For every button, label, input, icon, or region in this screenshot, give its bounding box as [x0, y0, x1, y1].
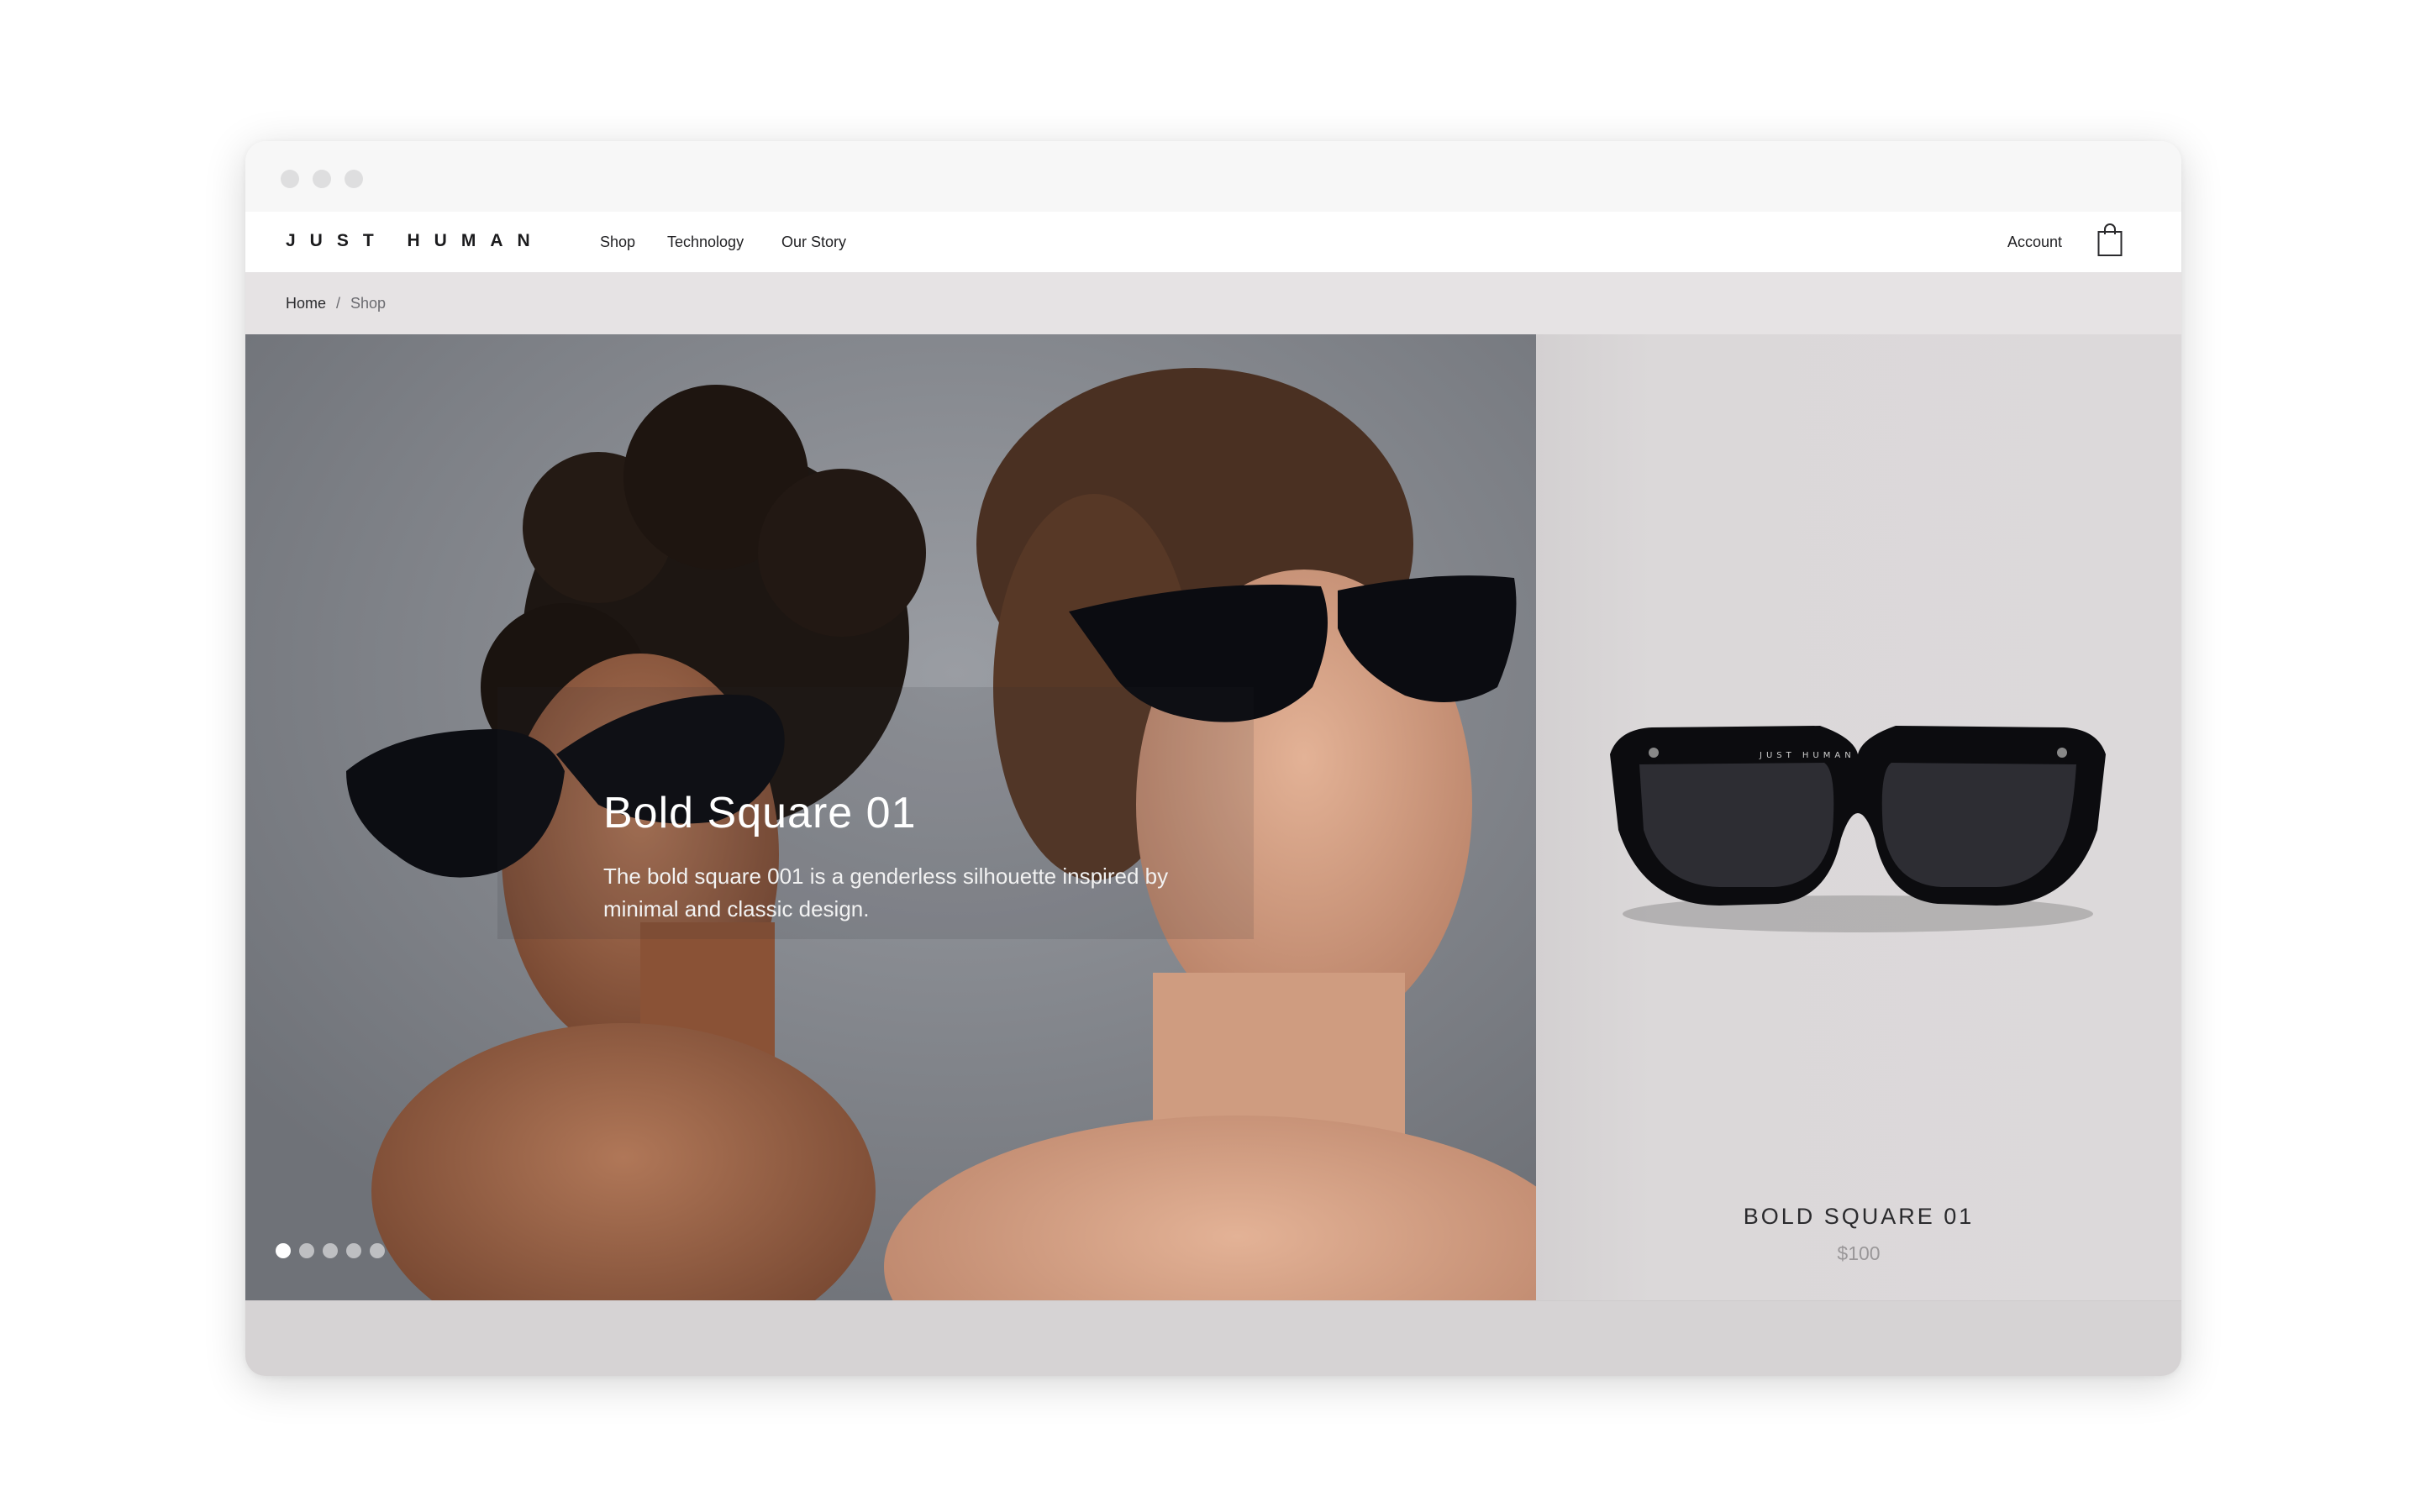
shopping-bag-icon[interactable]	[2097, 223, 2123, 257]
product-image-sunglasses: JUST HUMAN	[1610, 726, 2106, 932]
nav-link-technology[interactable]: Technology	[667, 234, 744, 251]
breadcrumb-bar: Home / Shop	[245, 272, 2181, 334]
carousel-dot-1[interactable]	[276, 1243, 291, 1258]
carousel-dot-5[interactable]	[370, 1243, 385, 1258]
window-maximize-button[interactable]	[345, 170, 363, 188]
nav-link-shop[interactable]: Shop	[600, 234, 635, 251]
breadcrumb: Home / Shop	[286, 295, 386, 312]
hero-title: Bold Square 01	[603, 789, 917, 837]
site-header: JUST HUMAN Shop Technology Our Story Acc…	[245, 212, 2181, 273]
window-close-button[interactable]	[281, 170, 299, 188]
frame-imprint: JUST HUMAN	[1759, 751, 1855, 760]
next-section-preview	[245, 1300, 2181, 1376]
carousel-dot-2[interactable]	[299, 1243, 314, 1258]
carousel-indicators	[276, 1243, 385, 1258]
product-name[interactable]: BOLD SQUARE 01	[1536, 1204, 2181, 1230]
breadcrumb-home[interactable]: Home	[286, 295, 326, 312]
browser-titlebar	[245, 141, 2181, 212]
breadcrumb-separator: /	[336, 295, 341, 312]
product-price: $100	[1837, 1242, 1881, 1264]
window-minimize-button[interactable]	[313, 170, 331, 188]
nav-link-our-story[interactable]: Our Story	[781, 234, 846, 251]
hero-carousel[interactable]: Bold Square 01 The bold square 001 is a …	[245, 334, 1536, 1300]
carousel-dot-3[interactable]	[323, 1243, 338, 1258]
breadcrumb-current: Shop	[350, 295, 387, 312]
product-card[interactable]: JUST HUMAN BOLD SQUARE 01 $100	[1536, 334, 2181, 1300]
brand-logo[interactable]: JUST HUMAN	[286, 231, 544, 251]
account-link[interactable]: Account	[2007, 234, 2062, 251]
carousel-dot-4[interactable]	[346, 1243, 361, 1258]
hero-description: The bold square 001 is a genderless silh…	[603, 864, 1169, 921]
browser-window: JUST HUMAN Shop Technology Our Story Acc…	[245, 141, 2181, 1376]
